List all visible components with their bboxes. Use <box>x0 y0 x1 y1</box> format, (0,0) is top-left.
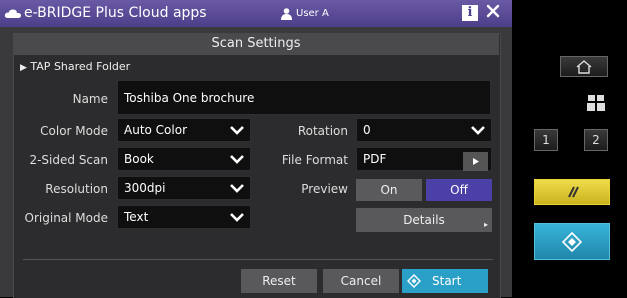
clear-icon <box>568 186 579 198</box>
home-icon <box>576 60 592 74</box>
resolution-label: Resolution <box>45 182 108 196</box>
app-title: e-BRIDGE Plus Cloud apps <box>24 5 207 21</box>
chevron-down-icon <box>230 184 244 193</box>
start-label: Start <box>432 274 462 288</box>
chevron-down-icon <box>230 213 244 222</box>
original-mode-label: Original Mode <box>24 211 108 225</box>
details-button[interactable]: Details ▸ <box>356 208 492 232</box>
rotation-select[interactable]: 0 <box>356 118 492 142</box>
original-mode-value: Text <box>124 210 149 224</box>
file-format-options-button[interactable] <box>463 152 488 171</box>
reset-button[interactable]: Reset <box>241 269 317 293</box>
close-icon[interactable] <box>486 4 500 18</box>
hardware-start-button[interactable] <box>534 223 610 260</box>
key-1-button[interactable]: 1 <box>534 129 558 151</box>
play-arrow-icon <box>473 158 479 165</box>
device-screen: e-BRIDGE Plus Cloud apps User A i Scan S… <box>0 0 512 298</box>
start-diamond-icon <box>561 231 583 253</box>
preview-label: Preview <box>301 182 348 196</box>
rotation-value: 0 <box>363 123 371 137</box>
user-switch-button[interactable] <box>584 91 608 115</box>
file-format-label: File Format <box>281 153 348 167</box>
color-mode-value: Auto Color <box>124 123 188 137</box>
home-button[interactable] <box>560 56 608 77</box>
cloud-icon <box>4 9 22 18</box>
original-mode-select[interactable]: Text <box>117 205 251 229</box>
chevron-down-icon <box>471 126 485 135</box>
breadcrumb[interactable]: ▶ TAP Shared Folder <box>20 60 130 73</box>
user-icon <box>281 8 292 20</box>
resolution-value: 300dpi <box>124 181 166 195</box>
chevron-down-icon <box>230 155 244 164</box>
two-sided-value: Book <box>124 152 154 166</box>
color-mode-label: Color Mode <box>40 124 108 138</box>
two-sided-label: 2-Sided Scan <box>29 153 108 167</box>
play-arrow-icon: ▶ <box>20 63 27 73</box>
user-name: User A <box>296 8 329 19</box>
cancel-button[interactable]: Cancel <box>323 269 399 293</box>
hardware-panel: 1 2 <box>512 0 627 297</box>
two-sided-select[interactable]: Book <box>117 147 251 171</box>
color-mode-select[interactable]: Auto Color <box>117 118 251 142</box>
clear-button[interactable] <box>534 179 610 205</box>
resolution-select[interactable]: 300dpi <box>117 176 251 200</box>
chevron-down-icon <box>230 126 244 135</box>
rotation-label: Rotation <box>297 124 348 138</box>
details-label: Details <box>403 213 445 227</box>
key-2-button[interactable]: 2 <box>584 129 608 151</box>
info-icon[interactable]: i <box>462 5 478 21</box>
start-button[interactable]: Start <box>402 269 488 293</box>
name-field[interactable]: Toshiba One brochure <box>117 80 491 115</box>
preview-off-button[interactable]: Off <box>426 179 492 201</box>
breadcrumb-label: TAP Shared Folder <box>30 60 131 73</box>
file-format-value: PDF <box>363 152 387 166</box>
start-diamond-icon <box>407 274 421 288</box>
app-bar: e-BRIDGE Plus Cloud apps User A i <box>0 0 512 27</box>
panel-title: Scan Settings <box>13 33 499 55</box>
corner-arrow-icon: ▸ <box>483 220 488 229</box>
preview-on-button[interactable]: On <box>356 179 422 201</box>
footer-divider <box>23 259 493 260</box>
name-label: Name <box>72 92 108 106</box>
people-icon <box>587 95 605 111</box>
